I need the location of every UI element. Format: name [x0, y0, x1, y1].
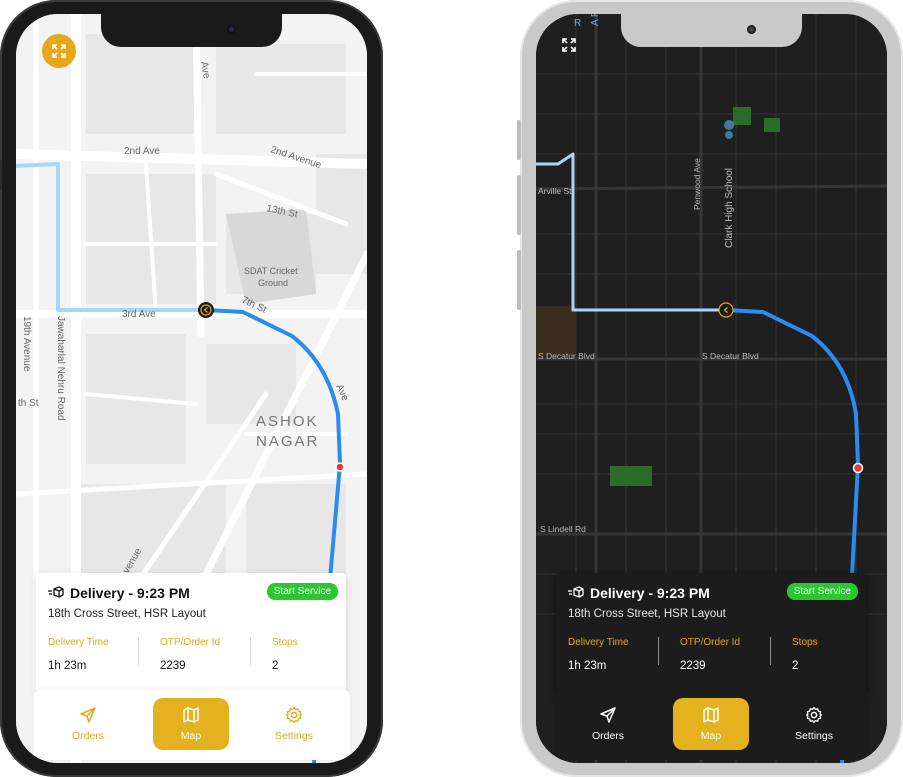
nav-label: Map — [700, 730, 722, 742]
map-label: Arville St — [538, 186, 572, 196]
nav-label: Orders — [591, 730, 625, 742]
stat-label: Delivery Time — [48, 637, 109, 648]
current-location-marker — [718, 302, 734, 318]
delivery-title: Delivery - 9:23 PM — [48, 585, 190, 601]
stat-value: 1h 23m — [568, 660, 607, 672]
stat-stops: Stops 2 — [792, 637, 818, 672]
delivery-title-text: Delivery - 9:23 PM — [70, 585, 190, 601]
map-label: Ground — [258, 278, 288, 288]
map-label: 3rd Ave — [122, 309, 156, 320]
map-icon — [183, 707, 199, 723]
map-label: ASHOK — [256, 413, 319, 430]
stat-label: OTP/Order Id — [680, 637, 741, 648]
notch — [621, 14, 802, 47]
map-label: S Lindell Rd — [540, 524, 586, 534]
stat-value: 2239 — [160, 660, 186, 672]
map-label: Jawaharlal Nehru Road — [55, 316, 66, 421]
phone-screen: Arville St Penwood Ave Clark High School… — [536, 14, 887, 763]
camera — [747, 25, 756, 34]
stat-label: Delivery Time — [568, 637, 629, 648]
nav-map[interactable]: Map — [673, 698, 749, 750]
side-button — [0, 160, 2, 190]
stat-value: 1h 23m — [48, 660, 87, 672]
nav-label: Settings — [275, 730, 313, 742]
nav-label: Orders — [71, 730, 105, 742]
destination-marker — [852, 462, 864, 474]
divider — [658, 637, 659, 665]
gear-icon — [805, 706, 823, 724]
bottom-nav: Orders Map Settings — [34, 690, 350, 760]
stat-order-id: OTP/Order Id 2239 — [680, 637, 740, 672]
delivery-title: Delivery - 9:23 PM — [568, 585, 710, 601]
map-label: S Decatur Blvd — [702, 351, 759, 361]
camera — [227, 25, 236, 34]
map-label: 19th Avenue — [21, 316, 32, 372]
stat-delivery-time: Delivery Time 1h 23m — [568, 637, 629, 672]
delivery-title-text: Delivery - 9:23 PM — [590, 585, 710, 601]
side-button — [517, 175, 521, 235]
current-location-marker — [198, 302, 214, 318]
delivery-card[interactable]: Delivery - 9:23 PM Start Service 18th Cr… — [556, 573, 866, 693]
divider — [770, 637, 771, 665]
delivery-box-icon — [568, 586, 584, 598]
map-icon — [703, 707, 719, 723]
start-service-button[interactable]: Start Service — [786, 583, 858, 600]
stat-label: Stops — [272, 637, 298, 648]
map-label: S Decatur Blvd — [538, 351, 595, 361]
stat-value: 2239 — [680, 660, 706, 672]
send-icon — [80, 707, 96, 723]
map-label: th St — [18, 398, 39, 409]
delivery-address: 18th Cross Street, HSR Layout — [48, 608, 206, 620]
map-label: Penwood Ave — [692, 158, 702, 210]
divider — [250, 637, 251, 665]
start-service-button[interactable]: Start Service — [266, 583, 338, 600]
map-label: A P — [590, 14, 601, 26]
map-label: SDAT Cricket — [244, 266, 298, 276]
send-icon — [600, 707, 616, 723]
stat-delivery-time: Delivery Time 1h 23m — [48, 637, 109, 672]
expand-map-button[interactable] — [558, 34, 580, 56]
gear-icon — [285, 706, 303, 724]
stat-label: OTP/Order Id — [160, 637, 221, 648]
stat-label: Stops — [792, 637, 818, 648]
nav-label: Map — [180, 730, 202, 742]
nav-orders[interactable]: Orders — [50, 698, 126, 750]
expand-icon — [562, 38, 576, 52]
phone-dark-mode: Arville St Penwood Ave Clark High School… — [517, 0, 903, 777]
delivery-box-icon — [48, 586, 64, 598]
stat-order-id: OTP/Order Id 2239 — [160, 637, 220, 672]
expand-map-button[interactable] — [42, 34, 76, 68]
delivery-address: 18th Cross Street, HSR Layout — [568, 608, 726, 620]
nav-label: Settings — [795, 730, 833, 742]
phone-screen: Ave 2nd Ave 2nd Avenue 13th St SDAT Cric… — [16, 14, 367, 763]
map-label: R — [574, 18, 581, 29]
map-label: NAGAR — [256, 433, 319, 450]
nav-map[interactable]: Map — [153, 698, 229, 750]
divider — [138, 637, 139, 665]
stat-stops: Stops 2 — [272, 637, 298, 672]
nav-settings[interactable]: Settings — [256, 698, 332, 750]
notch — [101, 14, 282, 47]
expand-icon — [52, 44, 66, 58]
side-button — [517, 120, 521, 160]
nav-orders[interactable]: Orders — [570, 698, 646, 750]
stat-value: 2 — [792, 660, 799, 672]
map-label: 2nd Ave — [124, 146, 160, 157]
side-button — [517, 250, 521, 310]
map-label: Clark High School — [724, 168, 735, 248]
bottom-nav: Orders Map Settings — [554, 690, 870, 760]
nav-settings[interactable]: Settings — [776, 698, 852, 750]
stat-value: 2 — [272, 660, 279, 672]
delivery-card[interactable]: Delivery - 9:23 PM Start Service 18th Cr… — [36, 573, 346, 693]
destination-marker — [335, 462, 345, 472]
phone-light-mode: Ave 2nd Ave 2nd Avenue 13th St SDAT Cric… — [0, 0, 383, 777]
